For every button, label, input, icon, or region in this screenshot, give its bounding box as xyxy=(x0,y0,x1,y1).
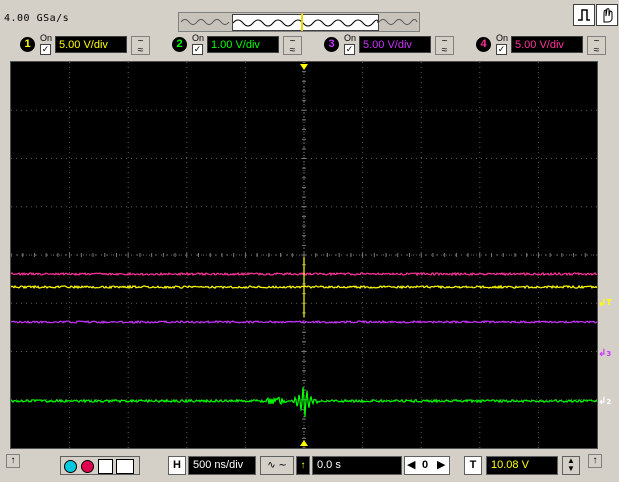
channel-1-scale[interactable]: 5.00 V/div xyxy=(55,36,127,53)
save-disk-icon[interactable] xyxy=(98,459,113,474)
delay-left-icon[interactable]: ◀ xyxy=(407,458,415,471)
waveform-graticule xyxy=(10,61,598,449)
channel-4-number[interactable]: 4 xyxy=(476,37,491,52)
channel-3-trace xyxy=(10,319,598,325)
channel-4-on-label: On xyxy=(496,33,509,43)
timebase-adjust-icon[interactable]: ∿ ∼ xyxy=(260,456,294,475)
channel-3-on-label: On xyxy=(344,33,357,43)
pulse-icon[interactable] xyxy=(573,4,595,26)
overview-trigger-marker xyxy=(301,13,303,31)
channel-3-ground-marker[interactable]: ↲3 xyxy=(598,348,611,359)
stop-icon[interactable] xyxy=(81,460,94,473)
delay-center-button[interactable]: 0 xyxy=(422,459,428,471)
channel-1-coupling-icon[interactable]: ~ ≈ xyxy=(131,36,150,56)
overview-window[interactable] xyxy=(232,14,379,31)
channel-bar: 1 On ✓ 5.00 V/div ~ ≈ 2 On ✓ 1.00 V/div ~… xyxy=(0,32,619,59)
trigger-button[interactable]: T xyxy=(464,456,482,475)
print-icon[interactable] xyxy=(116,459,134,474)
trigger-position-top-marker xyxy=(300,64,308,70)
channel-1-number[interactable]: 1 xyxy=(20,37,35,52)
delay-trigger-icon[interactable]: ↑ xyxy=(296,456,310,475)
channel-2-on-checkbox[interactable]: ✓ xyxy=(192,44,203,55)
mouse-hand-icon[interactable] xyxy=(596,4,618,26)
channel-3-scale[interactable]: 5.00 V/div xyxy=(359,36,431,53)
channel-2-scale[interactable]: 1.00 V/div xyxy=(207,36,279,53)
bottom-toolbar: ↑ H 500 ns/div ∿ ∼ ↑ 0.0 s ◀ 0 ▶ T 10.08… xyxy=(0,452,619,482)
delay-field[interactable]: 0.0 s xyxy=(312,456,402,475)
delay-navigator[interactable]: ◀ 0 ▶ xyxy=(404,456,450,475)
channel-4-on-checkbox[interactable]: ✓ xyxy=(496,44,507,55)
channel-4-coupling-icon[interactable]: ~ ≈ xyxy=(587,36,606,56)
channel-2-on-label: On xyxy=(192,33,205,43)
run-icon[interactable] xyxy=(64,460,77,473)
sample-rate: 4.00 GSa/s xyxy=(4,13,70,24)
waveform-display[interactable] xyxy=(10,61,598,449)
channel-1-on-checkbox[interactable]: ✓ xyxy=(40,44,51,55)
channel-2-ground-marker[interactable]: ↲2 xyxy=(598,396,611,407)
expand-up-icon[interactable]: ↑ xyxy=(6,454,20,468)
trigger-level-spinner[interactable]: ▲ ▼ xyxy=(562,456,580,475)
run-stop-group xyxy=(60,456,140,475)
channel-2-number[interactable]: 2 xyxy=(172,37,187,52)
horizontal-button[interactable]: H xyxy=(168,456,186,475)
expand-up-right-icon[interactable]: ↑ xyxy=(588,454,602,468)
trigger-position-bottom-marker xyxy=(300,440,308,446)
channel-3-coupling-icon[interactable]: ~ ≈ xyxy=(435,36,454,56)
delay-right-icon[interactable]: ▶ xyxy=(437,458,445,471)
waveform-overview[interactable] xyxy=(178,12,420,32)
channel-3-on-checkbox[interactable]: ✓ xyxy=(344,44,355,55)
channel-4-scale[interactable]: 5.00 V/div xyxy=(511,36,583,53)
trigger-level-marker[interactable]: ↲T xyxy=(598,298,612,309)
channel-2-coupling-icon[interactable]: ~ ≈ xyxy=(283,36,302,56)
channel-1-on-label: On xyxy=(40,33,53,43)
trigger-level-field[interactable]: 10.08 V xyxy=(486,456,558,475)
channel-3-number[interactable]: 3 xyxy=(324,37,339,52)
timebase-field[interactable]: 500 ns/div xyxy=(188,456,256,475)
